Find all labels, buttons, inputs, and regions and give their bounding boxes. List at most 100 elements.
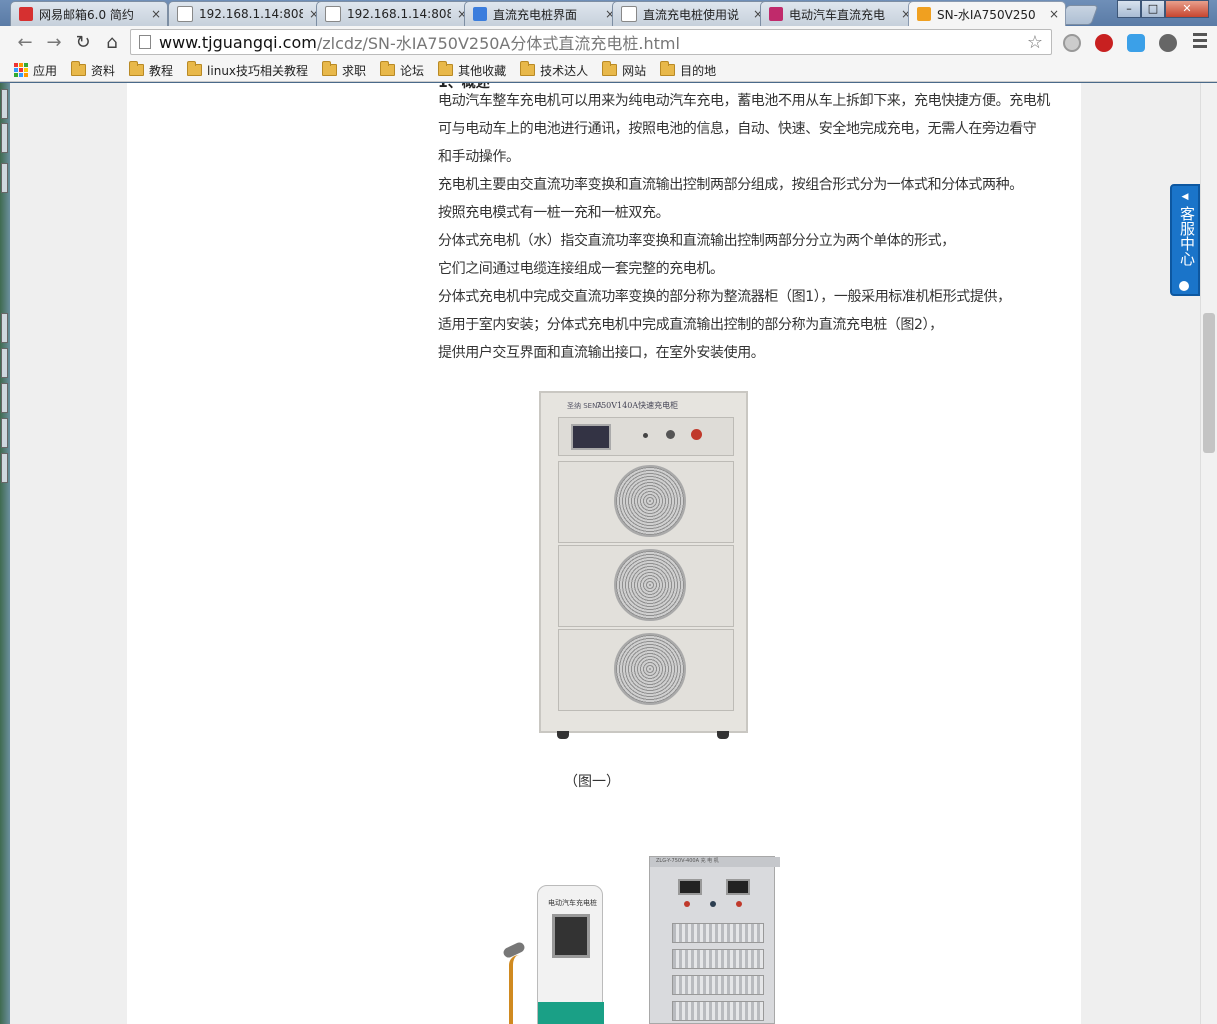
bookmark-label: 网站 <box>622 63 647 78</box>
folder-icon <box>602 61 618 76</box>
tab-close-icon[interactable]: × <box>151 7 161 21</box>
google-icon <box>473 7 487 21</box>
vertical-scrollbar[interactable] <box>1200 83 1217 1024</box>
extension-refresh-icon[interactable] <box>1063 34 1081 52</box>
folder-icon <box>322 61 338 76</box>
dc-charging-post-image: 电动汽车充电桩 <box>501 885 607 1024</box>
extension-film-icon[interactable] <box>1159 34 1177 52</box>
tab-title: 直流充电桩界面 <box>493 7 578 22</box>
bookmark-label: 目的地 <box>680 63 717 78</box>
page-icon <box>325 6 341 22</box>
folder-icon <box>71 61 87 76</box>
page-viewport: 1、概述 电动汽车整车充电机可以用来为纯电动汽车充电，蓄电池不用从车上拆卸下来，… <box>0 83 1200 1024</box>
article-line: 分体式充电机中完成交直流功率变换的部分称为整流器柜（图1），一般采用标准机柜形式… <box>438 289 1011 305</box>
cabinet-model: 750V140A快速充电柜 <box>596 401 679 410</box>
bookmark-2[interactable]: 资料 <box>71 61 116 79</box>
article-line: 提供用户交互界面和直流输出接口，在室外安装使用。 <box>438 345 765 361</box>
rectifier-cabinet-image: 圣纳 SENA 750V140A快速充电柜 <box>539 391 748 741</box>
desktop-edge <box>0 83 10 1024</box>
bookmark-label: 论坛 <box>400 63 425 78</box>
minimize-button[interactable]: – <box>1117 0 1141 18</box>
bookmark-10[interactable]: 目的地 <box>660 61 717 79</box>
tab-title: 网易邮箱6.0 简约 <box>39 7 134 22</box>
window-controls: – □ ✕ <box>1117 0 1209 18</box>
bookmark-1[interactable]: 应用 <box>14 62 57 79</box>
page-icon <box>139 35 151 49</box>
tab-1[interactable]: 网易邮箱6.0 简约 × <box>10 1 168 26</box>
article-line: 分体式充电机（水）指交直流功率变换和直流输出控制两部分分立为两个单体的形式， <box>438 233 955 249</box>
figure1-caption: （图一） <box>564 774 620 790</box>
browser-toolbar: ← → ↻ ⌂ www.tjguangqi.com /zlcdz/SN-水IA7… <box>0 26 1217 60</box>
bookmark-9[interactable]: 网站 <box>602 61 647 79</box>
site-favicon-icon <box>917 7 931 21</box>
url-path: /zlcdz/SN-水IA750V250A分体式直流充电桩.html <box>316 34 680 53</box>
folder-icon <box>520 61 536 76</box>
home-button[interactable]: ⌂ <box>101 32 123 54</box>
bookmarks-bar: 应用 资料 教程 linux技巧相关教程 求职 论坛 其他收藏 技术达人 网站 目的地 <box>0 59 1217 82</box>
forward-button[interactable]: → <box>43 32 65 54</box>
tab-title: SN-水IA750V250 <box>937 7 1036 22</box>
folder-icon <box>129 61 145 76</box>
tab-6[interactable]: 电动汽车直流充电 × <box>760 1 918 26</box>
page-icon <box>621 6 637 22</box>
article-line: 适用于室内安装；分体式充电机中完成直流输出控制的部分称为直流充电桩（图2）， <box>438 317 943 333</box>
collapse-arrow-icon: ◀ <box>1181 192 1189 202</box>
folder-icon <box>187 61 203 76</box>
page-icon <box>177 6 193 22</box>
bookmark-label: 技术达人 <box>540 63 589 78</box>
folder-icon <box>660 61 676 76</box>
tab-close-icon[interactable]: × <box>1049 7 1059 21</box>
tab-title: 192.168.1.14:808 <box>199 7 303 21</box>
extension-adblock-icon[interactable] <box>1095 34 1113 52</box>
tab-title: 直流充电桩使用说 <box>643 7 740 22</box>
tab-strip: 网易邮箱6.0 简约 × 192.168.1.14:808 × 192.168.1.14… <box>0 0 1217 26</box>
maximize-button[interactable]: □ <box>1141 0 1165 18</box>
bookmark-star-icon[interactable]: ☆ <box>1027 32 1043 53</box>
bookmark-7[interactable]: 其他收藏 <box>438 61 507 79</box>
bookmark-5[interactable]: 求职 <box>322 61 367 79</box>
article-line: 充电机主要由交直流功率变换和直流输出控制两部分组成，按组合形式分为一体式和分体式… <box>438 177 1023 193</box>
article-line: 和手动操作。 <box>438 149 520 165</box>
charger-rack-image: ZLG-Y-750V-400A 充 电 机 <box>649 856 780 1024</box>
address-bar[interactable]: www.tjguangqi.com /zlcdz/SN-水IA750V250A分… <box>130 29 1052 55</box>
bookmark-8[interactable]: 技术达人 <box>520 61 589 79</box>
netease-mail-icon <box>19 7 33 21</box>
apps-grid-icon <box>14 63 28 77</box>
bookmark-label: 应用 <box>33 63 58 78</box>
bookmark-label: 求职 <box>342 63 367 78</box>
article-line: 电动汽车整车充电机可以用来为纯电动汽车充电，蓄电池不用从车上拆卸下来，充电快捷方… <box>438 93 1050 109</box>
extension-blue-icon[interactable] <box>1127 34 1145 52</box>
customer-service-widget[interactable]: ◀ 客服中心 <box>1170 184 1200 296</box>
tab-title: 电动汽车直流充电 <box>789 7 886 22</box>
bookmark-label: linux技巧相关教程 <box>207 63 309 78</box>
service-logo-icon <box>1179 281 1189 291</box>
article-content: 1、概述 电动汽车整车充电机可以用来为纯电动汽车充电，蓄电池不用从车上拆卸下来，… <box>127 83 1081 1024</box>
rack-label: ZLG-Y-750V-400A 充 电 机 <box>650 857 780 867</box>
reload-button[interactable]: ↻ <box>72 32 94 54</box>
bookmark-label: 其他收藏 <box>458 63 507 78</box>
bookmark-4[interactable]: linux技巧相关教程 <box>187 61 309 79</box>
tab-5[interactable]: 直流充电桩使用说 × <box>612 1 770 26</box>
article-line: 可与电动车上的电池进行通讯，按照电池的信息，自动、快速、安全地完成充电，无需人在… <box>438 121 1037 137</box>
bookmark-label: 教程 <box>149 63 174 78</box>
close-window-button[interactable]: ✕ <box>1165 0 1209 18</box>
article-text: 电动汽车整车充电机可以用来为纯电动汽车充电，蓄电池不用从车上拆卸下来，充电快捷方… <box>438 87 1078 367</box>
chrome-menu-icon[interactable] <box>1193 33 1207 51</box>
back-button[interactable]: ← <box>14 32 36 54</box>
site-logo-icon <box>769 7 783 21</box>
bookmark-label: 资料 <box>91 63 116 78</box>
url-host: www.tjguangqi.com <box>159 32 317 52</box>
tab-3[interactable]: 192.168.1.14:808 × <box>316 1 474 26</box>
charger-label: 电动汽车充电桩 <box>548 899 597 907</box>
bookmark-3[interactable]: 教程 <box>129 61 174 79</box>
article-line: 它们之间通过电缆连接组成一套完整的充电机。 <box>438 261 724 277</box>
bookmark-6[interactable]: 论坛 <box>380 61 425 79</box>
scrollbar-thumb[interactable] <box>1203 313 1215 453</box>
folder-icon <box>380 61 396 76</box>
tab-2[interactable]: 192.168.1.14:808 × <box>168 1 326 26</box>
tab-4[interactable]: 直流充电桩界面 × <box>464 1 622 26</box>
folder-icon <box>438 61 454 76</box>
article-line: 按照充电模式有一桩一充和一桩双充。 <box>438 205 670 221</box>
customer-service-label: 客服中心 <box>1178 206 1196 266</box>
tab-7[interactable]: SN-水IA750V250 × <box>908 1 1066 26</box>
